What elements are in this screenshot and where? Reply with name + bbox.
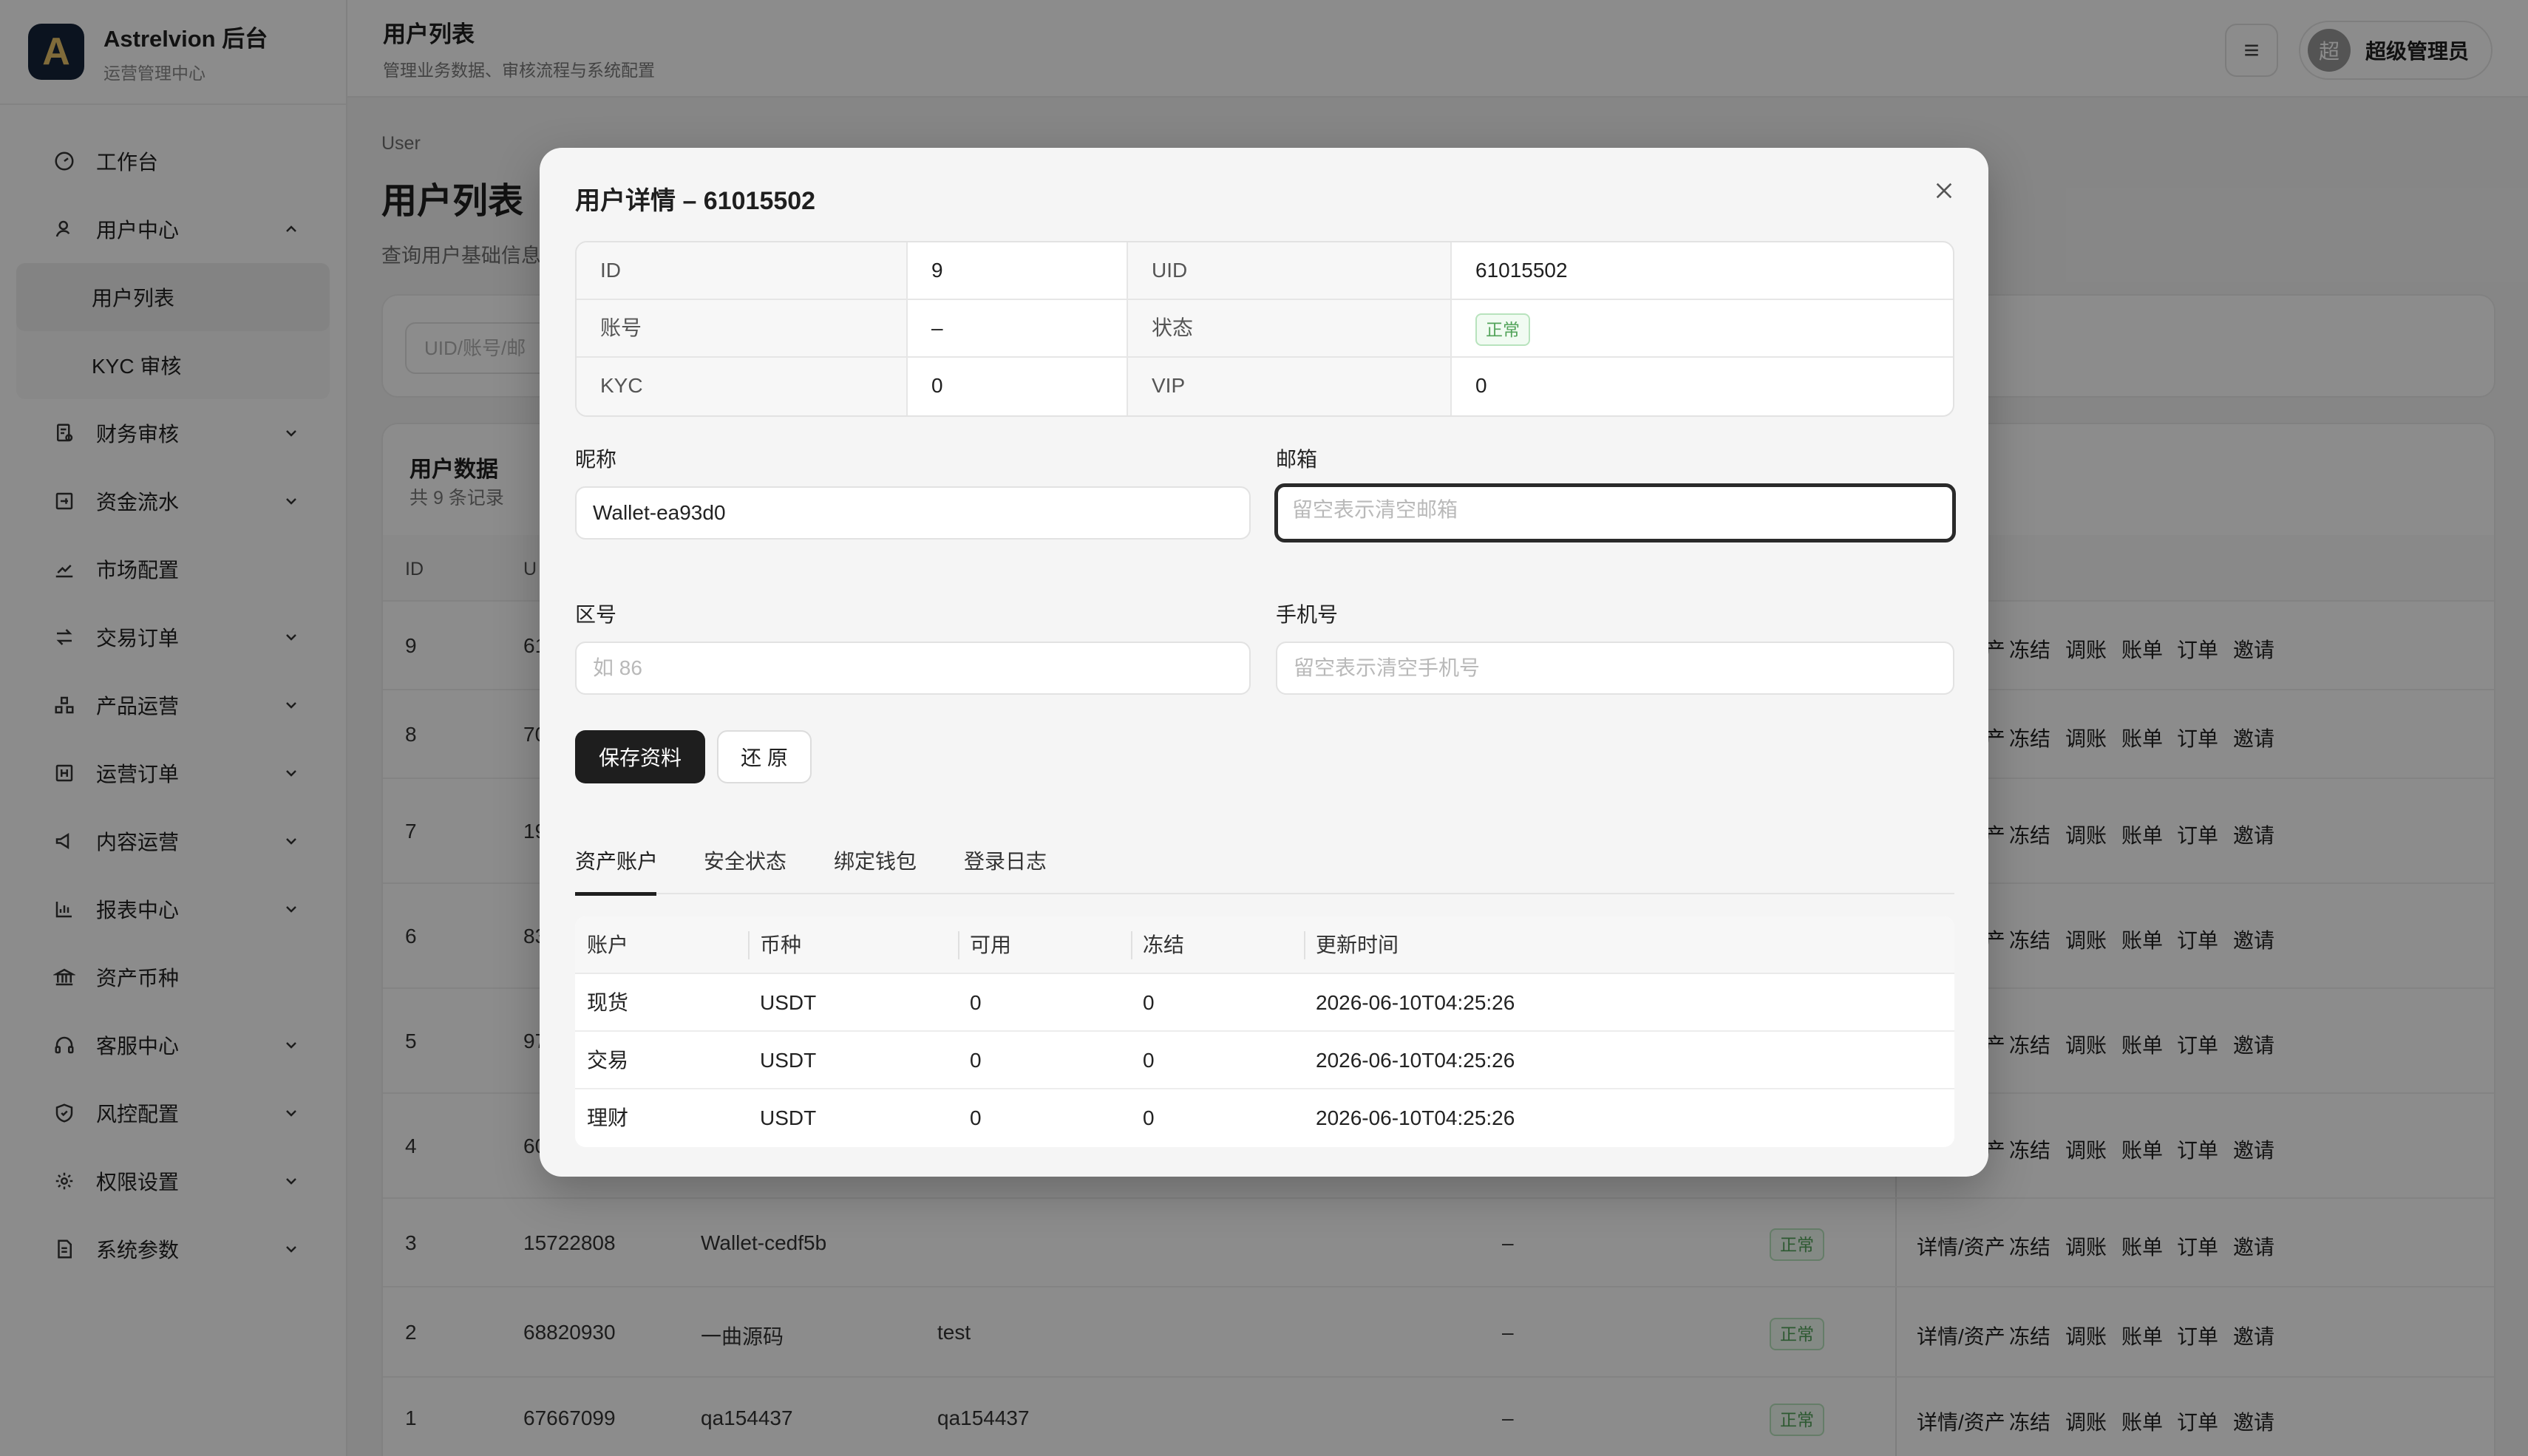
table-cell: 2026-06-10T04:25:26 [1316,1049,1515,1072]
info-label-kyc: KYC [577,358,908,415]
tab-bound-wallets[interactable]: 绑定钱包 [834,846,917,894]
grid-divider [1127,242,1128,415]
active-tab-indicator [575,892,656,896]
info-row: KYC 0 VIP 0 [577,358,1953,415]
nickname-field[interactable]: Wallet-ea93d0 [575,486,1251,540]
table-header: 账户 币种 可用 冻结 更新时间 [575,916,1954,974]
phone-field[interactable]: 留空表示清空手机号 [1276,642,1954,695]
status-badge: 正常 [1475,313,1530,346]
info-label-account: 账号 [577,300,908,356]
info-label-status: 状态 [1128,300,1452,356]
table-cell: 2026-06-10T04:25:26 [1316,1106,1515,1129]
tab-login-logs[interactable]: 登录日志 [964,846,1047,894]
info-value-vip: 0 [1475,374,1487,397]
table-cell: 0 [1143,1106,1155,1129]
close-button[interactable] [1928,174,1960,207]
phone-label: 手机号 [1276,603,1339,626]
table-cell: 0 [1143,1049,1155,1072]
column-header: 可用 [970,933,1012,956]
column-header: 冻结 [1143,933,1185,956]
column-header: 账户 [587,933,629,956]
column-header: 更新时间 [1316,933,1399,956]
table-row: 理财 USDT 0 0 2026-06-10T04:25:26 [575,1089,1954,1147]
grid-divider [906,242,908,415]
info-label-vip: VIP [1128,358,1452,415]
table-cell: 0 [970,1106,982,1129]
save-button[interactable]: 保存资料 [575,730,705,783]
modal-title: 用户详情 – 61015502 [575,187,816,215]
table-cell: 现货 [587,991,629,1014]
table-cell: 0 [970,1049,982,1072]
area-code-label: 区号 [575,603,617,626]
user-info-grid: ID 9 UID 61015502 账号 – 状态 正常 KYC 0 VIP 0 [575,241,1954,417]
table-cell: 理财 [587,1106,629,1129]
reset-button[interactable]: 还 原 [717,730,812,783]
asset-table: 账户 币种 可用 冻结 更新时间 现货 USDT 0 0 2026-06-10T… [575,916,1954,1147]
area-code-field[interactable]: 如 86 [575,642,1251,695]
email-label: 邮箱 [1276,448,1318,471]
info-value-status: 正常 [1452,300,1953,356]
table-cell: USDT [760,991,817,1014]
table-cell: 交易 [587,1049,629,1072]
info-value-account: – [931,316,943,339]
detail-tabs: 资产账户 安全状态 绑定钱包 登录日志 [575,835,1954,896]
table-cell: USDT [760,1049,817,1072]
grid-divider [1450,242,1452,415]
info-row: ID 9 UID 61015502 [577,242,1953,300]
table-row: 现货 USDT 0 0 2026-06-10T04:25:26 [575,974,1954,1032]
info-value-id: 9 [931,259,943,282]
tab-asset-accounts[interactable]: 资产账户 [575,846,658,896]
nickname-label: 昵称 [575,448,617,471]
close-icon [1936,183,1952,199]
table-cell: USDT [760,1106,817,1129]
info-value-uid: 61015502 [1475,259,1568,282]
table-cell: 0 [1143,991,1155,1014]
table-cell: 0 [970,991,982,1014]
info-label-uid: UID [1128,242,1452,299]
info-label-id: ID [577,242,908,299]
tab-security-status[interactable]: 安全状态 [704,846,786,894]
info-row: 账号 – 状态 正常 [577,300,1953,358]
info-value-kyc: 0 [931,374,943,397]
table-cell: 2026-06-10T04:25:26 [1316,991,1515,1014]
email-field[interactable]: 留空表示清空邮箱 [1274,483,1956,542]
table-row: 交易 USDT 0 0 2026-06-10T04:25:26 [575,1032,1954,1089]
column-header: 币种 [760,933,802,956]
user-detail-modal: 用户详情 – 61015502 ID 9 UID 61015502 账号 – 状… [540,148,1988,1177]
